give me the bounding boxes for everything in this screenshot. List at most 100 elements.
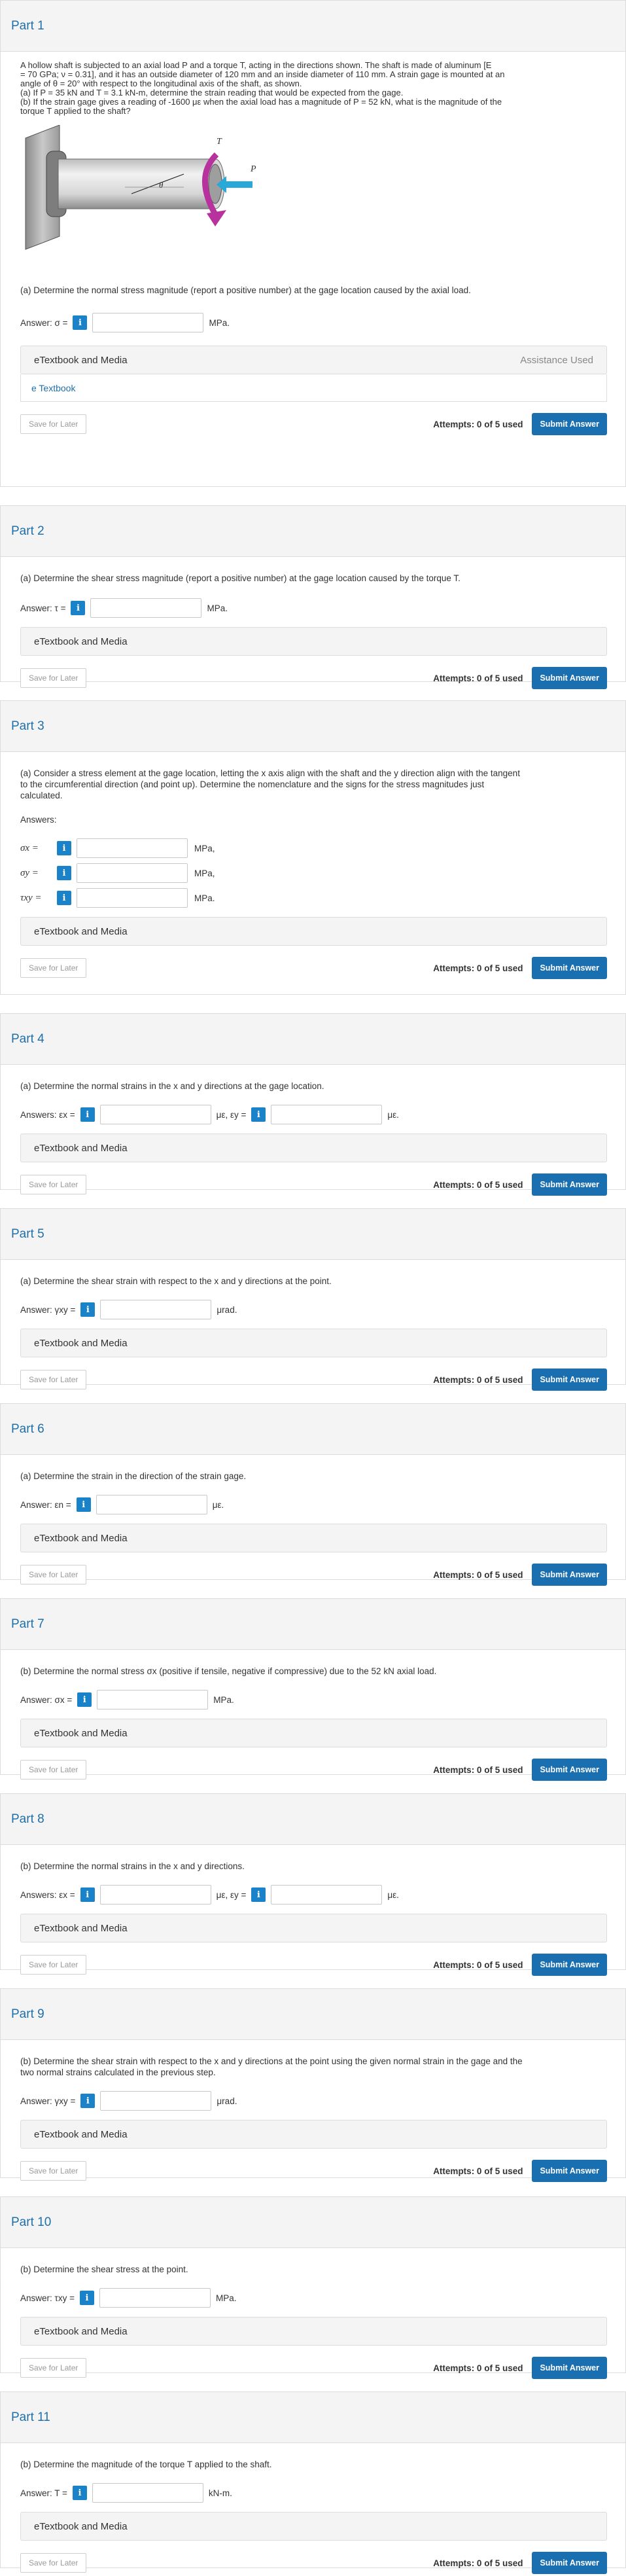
sigma-x-label: σx = — [20, 842, 39, 853]
answer-input[interactable] — [100, 1300, 212, 1319]
etextbook-panel[interactable]: eTextbook and Media — [20, 627, 607, 656]
submit-answer-button[interactable]: Submit Answer — [532, 667, 607, 689]
save-for-later-button[interactable]: Save for Later — [20, 414, 87, 434]
submit-answer-button[interactable]: Submit Answer — [532, 2357, 607, 2379]
part-footer: Save for Later Attempts: 0 of 5 used Sub… — [20, 2355, 607, 2381]
save-for-later-button[interactable]: Save for Later — [20, 1760, 87, 1780]
tau-xy-input[interactable] — [77, 888, 188, 908]
question-text: (b) Determine the magnitude of the torqu… — [20, 2460, 272, 2469]
info-icon[interactable]: i — [79, 2291, 94, 2305]
part-header: Part 4 — [1, 1014, 625, 1065]
part-4: Part 4 (a) Determine the normal strains … — [0, 1013, 626, 1196]
etextbook-panel[interactable]: eTextbook and Media — [20, 2120, 607, 2149]
info-icon[interactable]: i — [72, 2486, 87, 2500]
part-header: Part 9 — [1, 1989, 625, 2040]
answer-input[interactable] — [100, 2091, 212, 2111]
save-for-later-button[interactable]: Save for Later — [20, 1175, 87, 1194]
part-footer: Save for Later Attempts: 0 of 5 used Sub… — [20, 1367, 607, 1393]
sigma-x-input[interactable] — [77, 838, 188, 858]
etextbook-panel[interactable]: eTextbook and Media — [20, 1524, 607, 1552]
part-title: Part 3 — [11, 719, 44, 733]
answer-row: Answer: εn = i με. — [20, 1495, 607, 1514]
attempts-counter: Attempts: 0 of 5 used — [433, 673, 523, 683]
submit-answer-button[interactable]: Submit Answer — [532, 2160, 607, 2182]
submit-answer-button[interactable]: Submit Answer — [532, 957, 607, 979]
part-footer: Save for Later Attempts: 0 of 5 used Sub… — [20, 955, 607, 981]
submit-answer-button[interactable]: Submit Answer — [532, 1759, 607, 1781]
answer-input[interactable] — [97, 1690, 209, 1709]
info-icon[interactable]: i — [73, 315, 88, 330]
attempts-counter: Attempts: 0 of 5 used — [433, 419, 523, 429]
part-5: Part 5 (a) Determine the shear strain wi… — [0, 1208, 626, 1391]
save-for-later-button[interactable]: Save for Later — [20, 958, 87, 978]
info-icon[interactable]: i — [80, 1107, 95, 1122]
etextbook-panel[interactable]: eTextbook and Media — [20, 2317, 607, 2346]
answer-input[interactable] — [92, 2483, 203, 2503]
part-header: Part 6 — [1, 1404, 625, 1455]
info-icon[interactable]: i — [251, 1887, 266, 1902]
save-for-later-button[interactable]: Save for Later — [20, 1370, 87, 1389]
save-for-later-button[interactable]: Save for Later — [20, 2161, 87, 2181]
sigma-y-input[interactable] — [77, 863, 188, 883]
info-icon[interactable]: i — [71, 601, 86, 615]
info-icon[interactable]: i — [251, 1107, 266, 1122]
info-icon[interactable]: i — [80, 1887, 95, 1902]
question-text: (a) Consider a stress element at the gag… — [20, 768, 520, 800]
answer-input[interactable] — [96, 1495, 207, 1514]
answer-input[interactable] — [90, 598, 202, 618]
answer-input[interactable] — [92, 313, 204, 332]
etextbook-label: eTextbook and Media — [34, 1727, 128, 1739]
answer-input[interactable] — [99, 2288, 211, 2308]
etextbook-label: eTextbook and Media — [34, 635, 128, 647]
submit-answer-button[interactable]: Submit Answer — [532, 1954, 607, 1976]
part-title: Part 8 — [11, 1812, 44, 1826]
etextbook-panel[interactable]: eTextbook and Media — [20, 1329, 607, 1357]
submit-answer-button[interactable]: Submit Answer — [532, 2552, 607, 2574]
part-8: Part 8 (b) Determine the normal strains … — [0, 1793, 626, 1976]
etextbook-panel[interactable]: eTextbook and Media — [20, 917, 607, 946]
attempts-counter: Attempts: 0 of 5 used — [433, 2558, 523, 2568]
etextbook-panel[interactable]: eTextbook and Media — [20, 2512, 607, 2541]
info-icon[interactable]: i — [80, 2094, 96, 2108]
save-for-later-button[interactable]: Save for Later — [20, 668, 87, 688]
epsilon-x-input[interactable] — [99, 1105, 211, 1124]
etextbook-panel[interactable]: eTextbook and Media — [20, 1134, 607, 1162]
answer-row: Answer: γxy = i μrad. — [20, 1300, 607, 1319]
info-icon[interactable]: i — [80, 1302, 96, 1317]
unit-label: με. — [387, 1109, 399, 1120]
etextbook-label: eTextbook and Media — [34, 2128, 128, 2140]
info-icon[interactable]: i — [57, 866, 71, 880]
question-text: (b) Determine the normal strains in the … — [20, 1861, 245, 1871]
save-for-later-button[interactable]: Save for Later — [20, 1955, 87, 1975]
save-for-later-button[interactable]: Save for Later — [20, 2358, 87, 2378]
info-icon[interactable]: i — [57, 891, 71, 905]
unit-label: με. — [387, 1889, 399, 1900]
etextbook-label: eTextbook and Media — [34, 2520, 128, 2532]
submit-answer-button[interactable]: Submit Answer — [532, 1173, 607, 1196]
part-header: Part 1 — [1, 1, 625, 52]
attempts-counter: Attempts: 0 of 5 used — [433, 1959, 523, 1970]
etextbook-label: eTextbook and Media — [34, 925, 128, 937]
info-icon[interactable]: i — [77, 1692, 92, 1707]
unit-label: MPa, — [194, 843, 215, 853]
save-for-later-button[interactable]: Save for Later — [20, 2553, 87, 2573]
epsilon-x-input[interactable] — [99, 1885, 211, 1905]
etextbook-label: eTextbook and Media — [34, 2325, 128, 2337]
etextbook-label: eTextbook and Media — [34, 354, 128, 366]
etextbook-panel[interactable]: eTextbook and Media — [20, 1719, 607, 1747]
save-for-later-button[interactable]: Save for Later — [20, 1565, 87, 1584]
epsilon-y-input[interactable] — [271, 1885, 383, 1905]
info-icon[interactable]: i — [57, 841, 71, 855]
submit-answer-button[interactable]: Submit Answer — [532, 1564, 607, 1586]
answer-row: Answer: γxy = i μrad. — [20, 2091, 607, 2111]
etextbook-link[interactable]: e Textbook — [20, 374, 607, 402]
epsilon-y-input[interactable] — [271, 1105, 383, 1124]
part-title: Part 10 — [11, 2215, 52, 2229]
assistance-used-label: Assistance Used — [520, 354, 593, 366]
etextbook-panel[interactable]: eTextbook and Media Assistance Used — [20, 346, 607, 374]
info-icon[interactable]: i — [76, 1497, 91, 1512]
part-title: Part 9 — [11, 2007, 44, 2021]
submit-answer-button[interactable]: Submit Answer — [532, 1368, 607, 1391]
etextbook-panel[interactable]: eTextbook and Media — [20, 1914, 607, 1942]
submit-answer-button[interactable]: Submit Answer — [532, 413, 607, 435]
